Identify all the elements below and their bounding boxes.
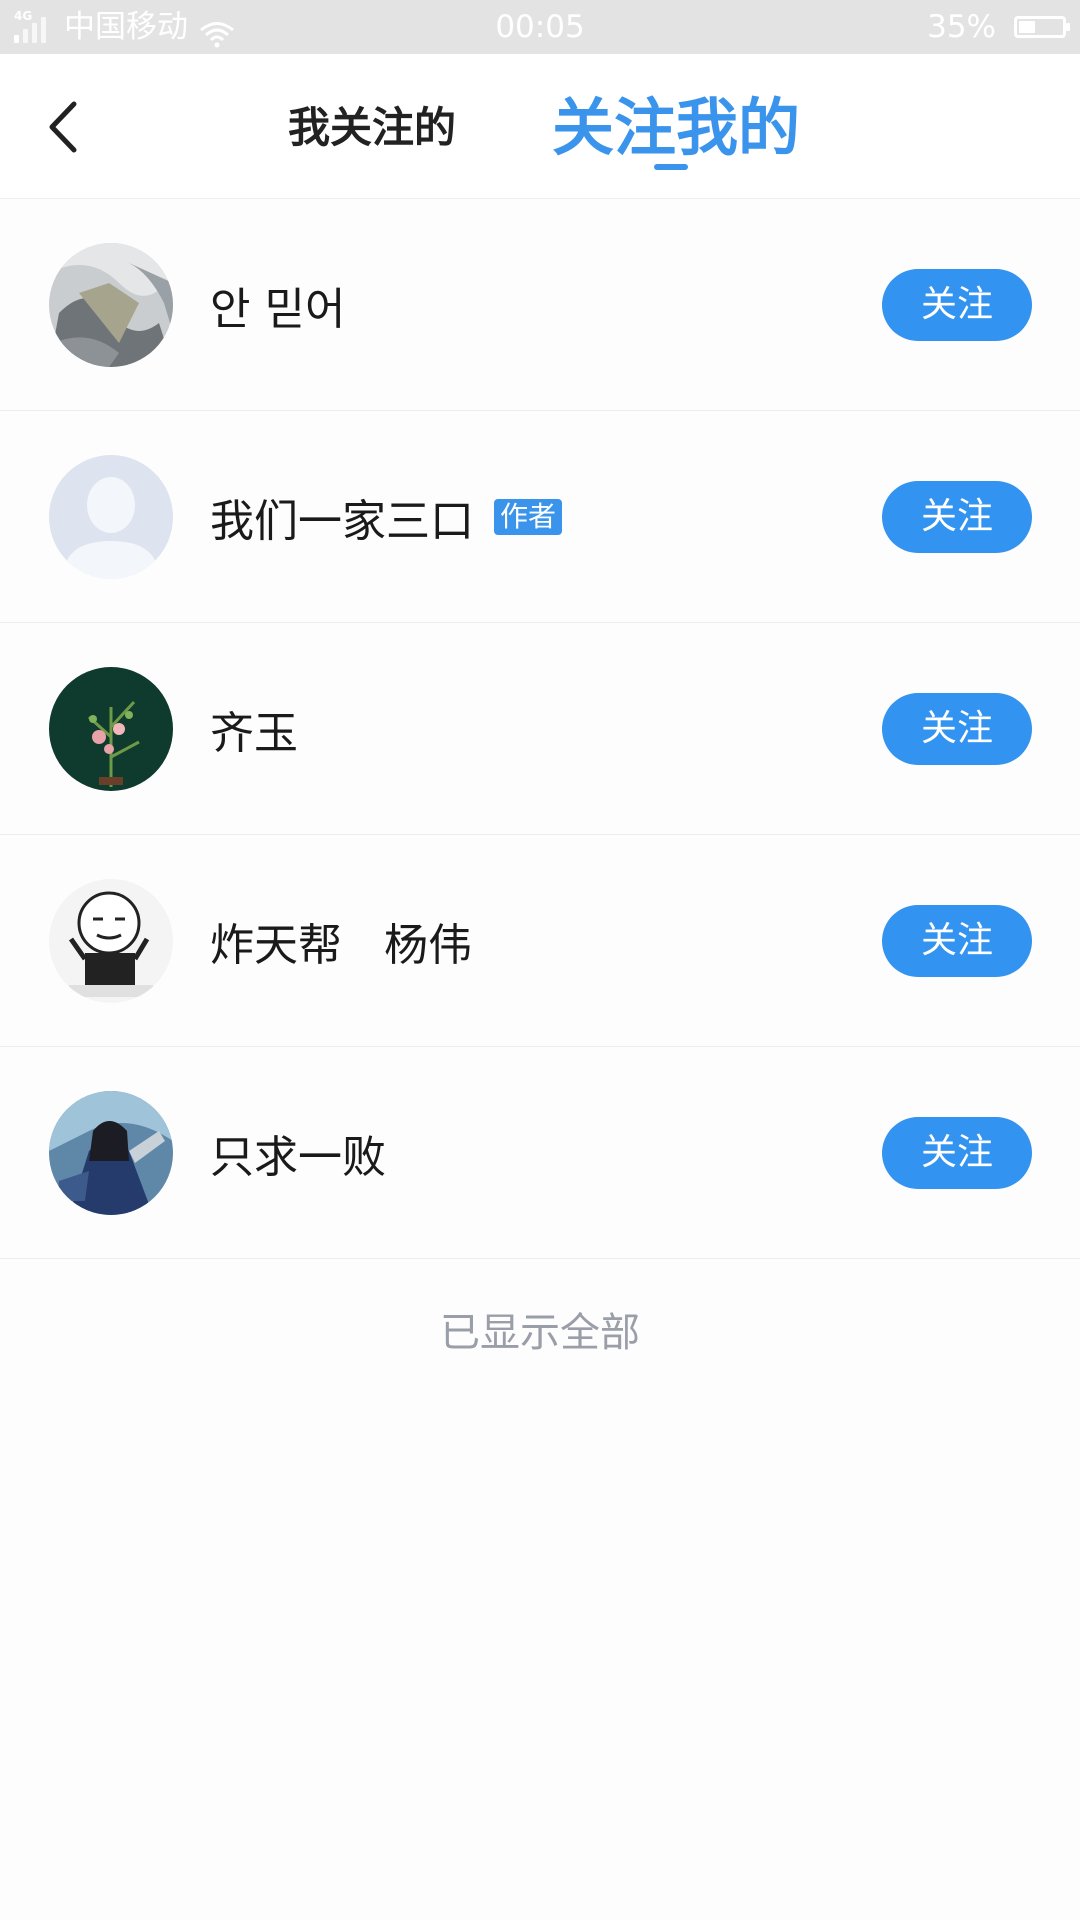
user-name: 炸天帮 杨伟	[210, 919, 472, 971]
end-of-list-text: 已显示全部	[440, 1310, 640, 1356]
active-tab-indicator	[654, 164, 688, 170]
list-item[interactable]: 炸天帮 杨伟 关注	[0, 835, 1080, 1047]
battery-percent: 35%	[927, 9, 996, 45]
status-time: 00:05	[495, 9, 585, 45]
status-bar: 4G 中国移动 00:05 35%	[0, 0, 1080, 54]
follow-button[interactable]: 关注	[882, 269, 1032, 341]
tab-following[interactable]: 我关注的	[288, 98, 456, 158]
list-item[interactable]: 齐玉 关注	[0, 623, 1080, 835]
follow-button[interactable]: 关注	[882, 693, 1032, 765]
header: 我关注的 关注我的	[0, 54, 1080, 199]
avatar[interactable]	[49, 455, 173, 579]
list-item[interactable]: 只求一败 关注	[0, 1047, 1080, 1259]
follower-list: 안 믿어 关注 我们一家三口 作者 关注 齐玉 关注 炸天帮 杨伟 关注 只求一…	[0, 199, 1080, 1259]
user-info: 炸天帮 杨伟	[210, 835, 472, 1046]
author-badge: 作者	[494, 498, 563, 535]
avatar[interactable]	[49, 667, 173, 791]
tab-followers[interactable]: 关注我的	[552, 84, 800, 172]
list-item[interactable]: 안 믿어 关注	[0, 199, 1080, 411]
status-right: 35%	[927, 0, 1070, 54]
list-item[interactable]: 我们一家三口 作者 关注	[0, 411, 1080, 623]
follow-button[interactable]: 关注	[882, 481, 1032, 553]
avatar[interactable]	[49, 1091, 173, 1215]
avatar[interactable]	[49, 879, 173, 1003]
follow-button[interactable]: 关注	[882, 905, 1032, 977]
avatar[interactable]	[49, 243, 173, 367]
follow-button[interactable]: 关注	[882, 1117, 1032, 1189]
battery-icon	[1014, 16, 1070, 38]
user-info: 只求一败	[210, 1047, 386, 1258]
user-info: 齐玉	[210, 623, 298, 834]
user-info: 我们一家三口 作者	[210, 411, 563, 622]
user-name: 我们一家三口	[210, 495, 474, 547]
user-name: 안 믿어	[210, 283, 346, 335]
user-name: 只求一败	[210, 1131, 386, 1183]
back-arrow-icon[interactable]	[40, 94, 90, 164]
user-info: 안 믿어	[210, 199, 345, 410]
user-name: 齐玉	[210, 707, 298, 759]
